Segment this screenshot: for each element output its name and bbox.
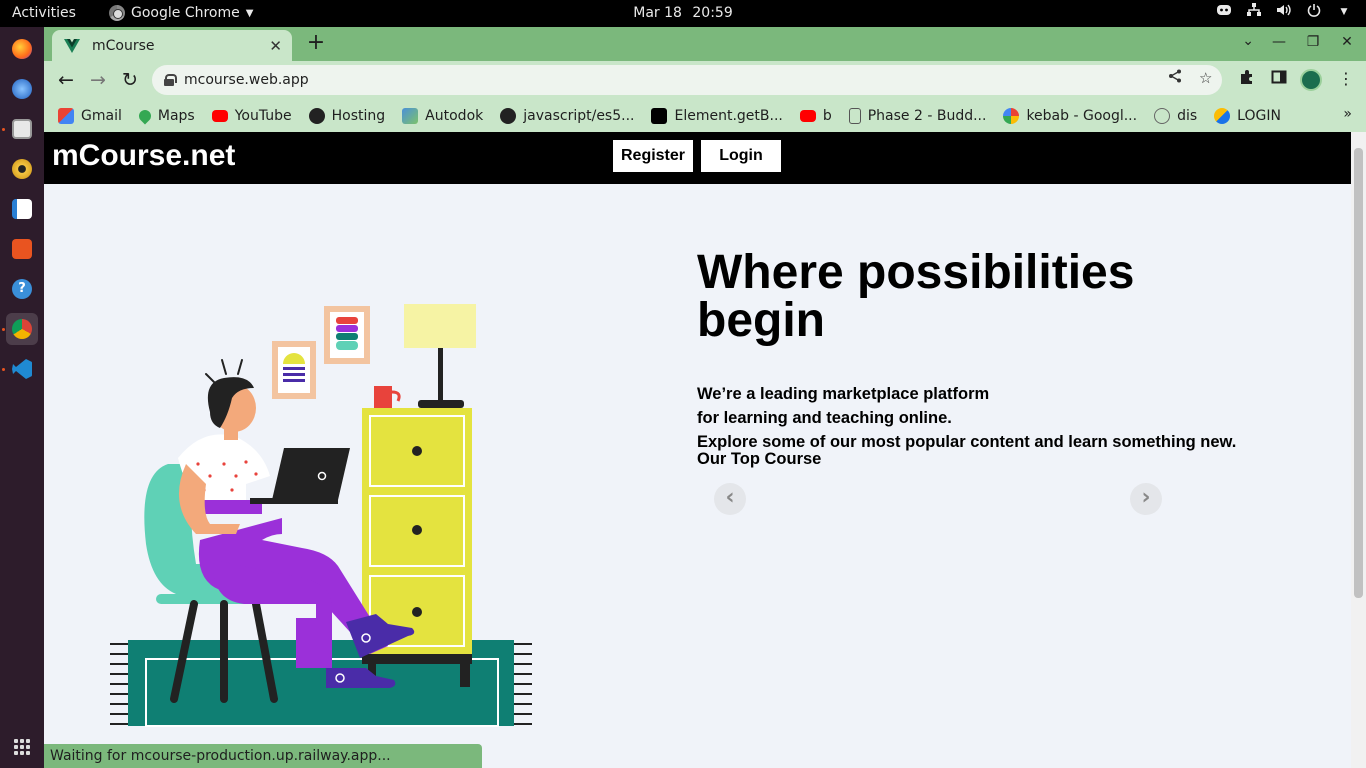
bookmark-gmail[interactable]: Gmail [58, 107, 122, 124]
vue-icon [64, 38, 80, 53]
system-tray[interactable]: ▼ [1216, 3, 1352, 21]
wall-picture-right [324, 306, 370, 364]
chrome-icon [109, 5, 125, 21]
rhythmbox-icon[interactable] [6, 153, 38, 185]
browser-toolbar: ← → ↻ mcourse.web.app ☆ ⋮ [44, 61, 1366, 99]
mug [374, 386, 401, 408]
close-window-icon[interactable]: ✕ [1340, 34, 1354, 50]
address-bar[interactable]: mcourse.web.app [152, 65, 1222, 95]
globe-icon [308, 107, 325, 124]
forward-icon[interactable]: → [86, 69, 110, 91]
carousel-next-button[interactable]: › [1130, 483, 1162, 515]
close-tab-icon[interactable]: ✕ [269, 37, 282, 55]
carousel-prev-button[interactable]: ‹ [714, 483, 746, 515]
volume-icon[interactable] [1276, 3, 1292, 21]
app-menu-label: Google Chrome [131, 5, 240, 21]
more-bookmarks-icon[interactable]: » [1343, 106, 1352, 122]
software-icon[interactable] [6, 233, 38, 265]
bookmarks-bar: Gmail Maps YouTube Hosting Autodok javas… [44, 99, 1366, 132]
discord-icon[interactable] [1216, 3, 1232, 21]
status-bubble: Waiting for mcourse-production.up.railwa… [44, 744, 482, 768]
hero-subtitle-line-1: We’re a leading marketplace platform [697, 385, 990, 403]
lamp [404, 304, 476, 408]
profile-avatar[interactable] [1300, 69, 1322, 91]
help-icon[interactable]: ? [6, 273, 38, 305]
running-indicator [2, 128, 5, 131]
youtube-icon [799, 109, 816, 122]
new-tab-button[interactable]: + [304, 31, 328, 55]
autodok-icon [402, 107, 419, 124]
hero-title: Where possibilities begin [697, 246, 1135, 347]
bookmark-dis[interactable]: dis [1154, 107, 1197, 124]
login-icon [1214, 107, 1231, 124]
chevron-down-icon[interactable]: ▼ [1336, 7, 1352, 17]
reload-icon[interactable]: ↻ [118, 69, 142, 91]
activities-button[interactable]: Activities [12, 5, 76, 21]
extensions-icon[interactable] [1239, 69, 1255, 89]
hero-illustration [110, 304, 532, 727]
running-indicator [2, 328, 5, 331]
login-button[interactable]: Login [701, 140, 781, 172]
chrome-icon[interactable] [6, 313, 38, 345]
tab-mcourse[interactable]: mCourse ✕ [52, 30, 292, 61]
app-menu[interactable]: Google Chrome ▼ [109, 5, 253, 21]
scrollbar-thumb[interactable] [1354, 148, 1363, 598]
browser-window: mCourse ✕ + ⌄ — ❐ ✕ ← → ↻ mcourse.web.ap… [44, 27, 1366, 768]
lock-icon[interactable] [164, 74, 177, 86]
site-logo[interactable]: mCourse.net [52, 139, 235, 173]
url-text[interactable]: mcourse.web.app [184, 72, 309, 88]
maps-icon [136, 107, 154, 124]
side-panel-icon[interactable] [1271, 69, 1287, 89]
wall-picture-left [272, 341, 316, 399]
bookmark-javascript-es5[interactable]: javascript/es5... [500, 107, 634, 124]
google-icon [1003, 107, 1020, 124]
window-controls: — ❐ ✕ [1272, 34, 1354, 50]
bookmark-element-getb[interactable]: Element.getB... [651, 107, 783, 124]
bookmark-kebab[interactable]: kebab - Googl... [1003, 107, 1137, 124]
bookmark-autodok[interactable]: Autodok [402, 107, 483, 124]
register-button[interactable]: Register [613, 140, 693, 172]
minimize-icon[interactable]: — [1272, 34, 1286, 50]
bookmark-star-icon[interactable]: ☆ [1199, 69, 1212, 87]
power-icon[interactable] [1306, 3, 1322, 21]
tab-search-icon[interactable]: ⌄ [1242, 33, 1254, 49]
bookmark-b[interactable]: b [799, 108, 832, 124]
bookmark-phase-2[interactable]: Phase 2 - Budd... [848, 107, 986, 124]
bookmark-maps[interactable]: Maps [136, 107, 195, 124]
bookmark-hosting[interactable]: Hosting [308, 107, 385, 124]
hero-subtitle-line-2: for learning and teaching online. [697, 409, 952, 427]
clipboard-icon [848, 107, 861, 124]
github-icon [500, 107, 517, 124]
dock: ? [0, 27, 44, 768]
writer-icon[interactable] [6, 193, 38, 225]
page-scrollbar[interactable] [1351, 132, 1366, 768]
share-icon[interactable] [1168, 69, 1182, 87]
clock-date[interactable]: Mar 18 [633, 5, 682, 21]
top-course-heading: Our Top Course [697, 450, 822, 468]
vscode-icon[interactable] [6, 353, 38, 385]
thunderbird-icon[interactable] [6, 73, 38, 105]
system-top-bar: Activities Google Chrome ▼ Mar 18 20:59 … [0, 0, 1366, 27]
mdn-icon [651, 107, 668, 124]
chevron-down-icon: ▼ [245, 7, 254, 19]
gmail-icon [58, 107, 74, 124]
bookmark-login[interactable]: LOGIN [1214, 107, 1281, 124]
clock-time[interactable]: 20:59 [692, 5, 732, 21]
menu-kebab-icon[interactable]: ⋮ [1338, 69, 1354, 88]
page-viewport: mCourse.net Register Login Where possibi… [44, 132, 1366, 768]
back-icon[interactable]: ← [54, 69, 78, 91]
share-icon [1154, 107, 1171, 124]
restore-icon[interactable]: ❐ [1306, 34, 1320, 50]
files-icon[interactable] [6, 113, 38, 145]
tab-title: mCourse [92, 37, 155, 54]
bookmark-youtube[interactable]: YouTube [211, 108, 292, 124]
running-indicator [2, 368, 5, 371]
youtube-icon [211, 109, 228, 122]
firefox-icon[interactable] [6, 33, 38, 65]
site-navbar: mCourse.net Register Login [44, 132, 1351, 184]
show-apps-icon[interactable] [14, 739, 30, 755]
network-icon[interactable] [1246, 3, 1262, 21]
tab-strip: mCourse ✕ + ⌄ — ❐ ✕ [44, 27, 1366, 61]
